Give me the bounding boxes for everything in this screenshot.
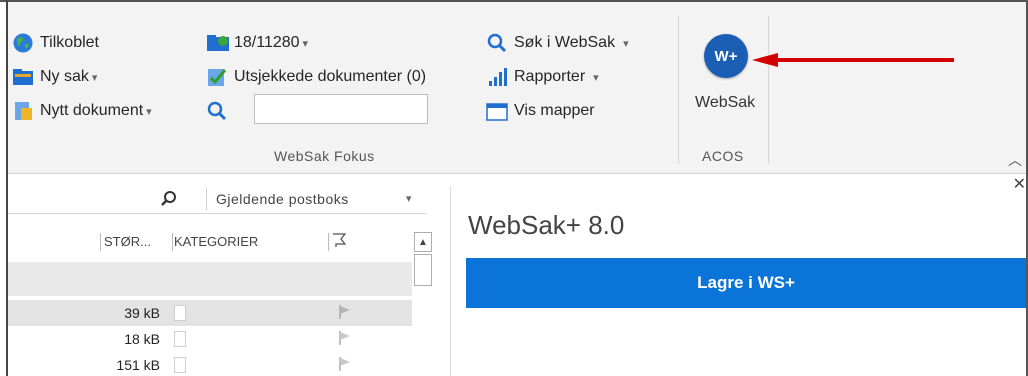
list-item[interactable]: 18 kB — [8, 326, 412, 352]
vertical-scrollbar[interactable]: ▲ — [412, 230, 434, 376]
case-number-label: 18/11280 — [234, 34, 300, 51]
divider — [100, 233, 101, 251]
reports-button[interactable]: Rapporter ▾ — [486, 64, 599, 90]
new-case-button[interactable]: Ny sak ▾ — [12, 64, 97, 90]
new-document-button[interactable]: Nytt dokument ▾ — [12, 98, 152, 124]
group-separator — [678, 16, 679, 164]
websak-plus-icon[interactable]: W+ — [704, 34, 748, 78]
collapse-ribbon-icon[interactable]: ︿ — [1008, 150, 1022, 170]
column-categories[interactable]: KATEGORIER — [174, 234, 258, 249]
new-case-label: Ny sak — [40, 68, 89, 85]
checked-out-documents-button[interactable]: Utsjekkede dokumenter (0) — [206, 64, 426, 90]
websak-button-label[interactable]: WebSak — [695, 94, 755, 112]
folder-window-icon — [486, 100, 508, 122]
connection-label: Tilkoblet — [40, 34, 99, 51]
flag-icon[interactable] — [338, 356, 352, 375]
bar-chart-icon — [486, 66, 508, 88]
category-box[interactable] — [174, 331, 186, 347]
new-document-label: Nytt dokument — [40, 102, 144, 119]
list-group-header — [8, 262, 412, 296]
connection-status[interactable]: Tilkoblet — [12, 30, 99, 56]
mail-column-header: STØR... KATEGORIER — [8, 230, 412, 254]
mail-search-bar[interactable]: Gjeldende postboks ▾ — [8, 186, 426, 214]
quick-search-input[interactable] — [254, 94, 428, 124]
divider — [172, 233, 173, 251]
divider — [206, 188, 207, 210]
search-icon[interactable] — [206, 100, 228, 122]
red-arrow-icon — [752, 53, 954, 67]
chevron-down-icon: ▾ — [623, 37, 629, 50]
group-separator — [768, 16, 769, 164]
chevron-down-icon: ▾ — [146, 105, 152, 118]
scroll-up-button[interactable]: ▲ — [414, 232, 432, 252]
search-websak-button[interactable]: Søk i WebSak ▾ — [486, 30, 629, 56]
chevron-down-icon: ▾ — [91, 71, 98, 84]
column-size[interactable]: STØR... — [104, 234, 151, 249]
save-to-websak-button[interactable]: Lagre i WS+ — [466, 258, 1026, 308]
group-label-acos: ACOS — [702, 148, 744, 164]
case-folder-icon — [206, 32, 229, 54]
search-websak-label: Søk i WebSak — [514, 34, 616, 51]
search-icon — [486, 32, 508, 54]
divider — [328, 233, 329, 251]
list-item[interactable]: 39 kB — [8, 300, 412, 326]
flag-icon[interactable] — [338, 304, 352, 323]
ribbon: Tilkoblet Ny sak ▾ Nytt dokument ▾ 18/11… — [8, 2, 1026, 174]
list-item[interactable]: 151 kB — [8, 352, 412, 376]
show-folders-button[interactable]: Vis mapper — [486, 98, 595, 124]
message-size: 39 kB — [124, 305, 160, 321]
globe-icon — [12, 32, 34, 54]
close-icon[interactable]: ✕ — [1013, 174, 1026, 194]
case-number-button[interactable]: 18/11280 ▾ — [206, 30, 308, 56]
category-box[interactable] — [174, 305, 186, 321]
reports-label: Rapporter — [514, 68, 586, 85]
pane-divider[interactable] — [450, 186, 451, 376]
checked-out-label: Utsjekkede dokumenter (0) — [234, 68, 427, 85]
show-folders-label: Vis mapper — [514, 102, 595, 119]
chevron-down-icon[interactable]: ▾ — [406, 192, 412, 205]
scroll-thumb[interactable] — [414, 254, 432, 286]
checkmark-document-icon — [206, 66, 228, 88]
chevron-down-icon: ▾ — [593, 71, 599, 84]
chevron-down-icon: ▾ — [302, 37, 309, 50]
quick-search — [206, 98, 228, 124]
group-label-websak-fokus: WebSak Fokus — [274, 148, 375, 164]
message-size: 18 kB — [124, 331, 160, 347]
message-size: 151 kB — [116, 357, 160, 373]
category-box[interactable] — [174, 357, 186, 373]
folder-icon — [12, 66, 34, 88]
search-scope-dropdown[interactable]: Gjeldende postboks — [216, 191, 349, 207]
flag-icon[interactable] — [338, 330, 352, 349]
addin-title: WebSak+ 8.0 — [468, 210, 625, 240]
document-icon — [12, 100, 34, 122]
search-icon[interactable] — [160, 190, 178, 213]
flag-column-icon[interactable] — [332, 232, 347, 251]
